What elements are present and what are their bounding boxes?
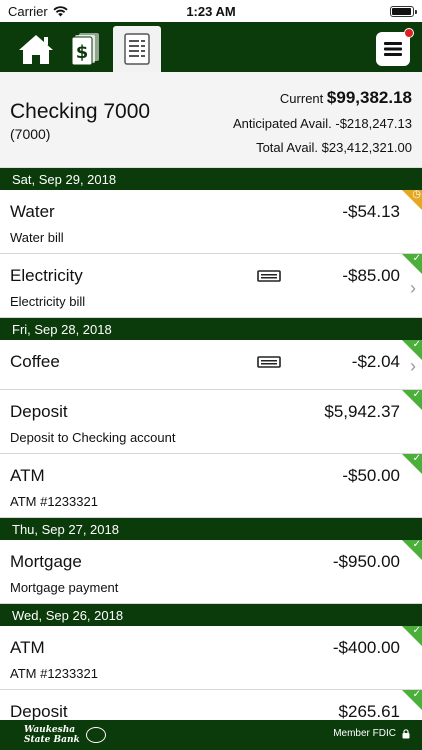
clock-icon: ◷ [412,189,421,200]
transaction-amount: $5,942.37 [324,402,400,421]
checkmark-icon: ✓ [412,689,421,700]
lock-icon [402,728,410,738]
transaction-title: Deposit [10,402,68,421]
transaction-row[interactable]: Water Water bill -$54.13 ◷ [0,189,422,254]
transaction-row[interactable]: ATM ATM #1233321 -$50.00 ✓ [0,453,422,518]
receipt-icon[interactable] [257,270,281,282]
transaction-amount: -$400.00 [332,638,400,657]
top-nav-bar: $ [0,22,422,72]
transaction-description: Water bill [10,230,64,245]
transaction-title: Coffee [10,352,60,371]
transaction-title: ATM [10,638,45,657]
transaction-amount: -$54.13 [342,202,400,221]
current-balance-value: $99,382.18 [326,88,412,107]
current-balance-label: Current [279,91,324,106]
transaction-amount: -$2.04 [351,352,400,371]
transaction-title: ATM [10,466,45,485]
anticipated-balance-value: -$218,247.13 [335,116,412,131]
checkmark-icon: ✓ [412,339,421,350]
svg-text:$: $ [76,42,89,63]
transaction-description: Electricity bill [10,294,86,309]
transaction-amount: -$50.00 [342,466,400,485]
checkmark-icon: ✓ [412,625,421,636]
transaction-title: Deposit [10,702,68,720]
status-bar: Carrier 1:23 AM [0,0,422,22]
transaction-description: Deposit to Checking account [10,430,176,445]
account-name: Checking 7000 [10,100,151,123]
checkmark-icon: ✓ [412,453,421,464]
transaction-title: Electricity [10,266,83,285]
transaction-amount: -$950.00 [332,552,400,571]
transaction-row[interactable]: Mortgage Mortgage payment -$950.00 ✓ [0,539,422,604]
checkmark-icon: ✓ [412,539,421,550]
home-icon [19,35,53,64]
money-icon: $ [71,33,99,66]
transaction-list[interactable]: Sat, Sep 29, 2018 Water Water bill -$54.… [0,168,422,720]
tab-transfers[interactable]: $ [62,26,110,72]
transaction-row[interactable]: Deposit $265.61 ✓ [0,689,422,720]
footer-bar: Waukesha State Bank Member FDIC [0,720,422,750]
battery-icon [390,6,417,17]
date-header: Thu, Sep 27, 2018 [0,518,422,540]
transaction-row[interactable]: Electricity Electricity bill -$85.00 › ✓ [0,253,422,318]
hamburger-menu-icon [384,42,402,56]
transaction-title: Mortgage [10,552,82,571]
transaction-description: Mortgage payment [10,580,119,595]
bank-seal-icon [86,727,106,743]
date-header: Sat, Sep 29, 2018 [0,168,422,190]
fdic-label: Member FDIC [333,728,396,739]
chevron-right-icon: › [410,278,416,298]
anticipated-balance: Anticipated Avail. -$218,247.13 [233,116,412,131]
tab-home[interactable] [12,26,60,72]
account-summary: Checking 7000 (7000) Current $99,382.18 … [0,72,422,168]
checkmark-icon: ✓ [412,253,421,264]
notification-dot [404,28,414,38]
transaction-amount: -$85.00 [342,266,400,285]
checkmark-icon: ✓ [412,389,421,400]
clock: 1:23 AM [186,4,236,19]
bank-name-line2: State Bank [24,735,80,745]
transaction-title: Water [10,202,55,221]
transaction-row[interactable]: Deposit Deposit to Checking account $5,9… [0,389,422,454]
transaction-row[interactable]: ATM ATM #1233321 -$400.00 ✓ [0,625,422,690]
receipt-icon[interactable] [257,356,281,368]
transaction-description: ATM #1233321 [10,666,98,681]
transaction-row[interactable]: Coffee -$2.04 › ✓ [0,339,422,390]
transaction-amount: $265.61 [338,702,400,720]
bank-name-line1: Waukesha [24,725,76,735]
anticipated-balance-label: Anticipated Avail. [232,116,332,131]
total-balance-label: Total Avail. [256,140,318,155]
total-balance: Total Avail. $23,412,321.00 [256,140,412,155]
tab-statement[interactable] [113,26,161,72]
date-header: Fri, Sep 28, 2018 [0,318,422,340]
current-balance: Current $99,382.18 [280,88,412,108]
bank-logo: Waukesha State Bank [24,725,80,745]
menu-button[interactable] [376,28,414,66]
transaction-description: ATM #1233321 [10,494,98,509]
fdic-notice: Member FDIC [333,728,410,739]
statement-icon [124,33,150,65]
date-header: Wed, Sep 26, 2018 [0,604,422,626]
total-balance-value: $23,412,321.00 [321,140,412,155]
account-number: (7000) [10,126,51,142]
